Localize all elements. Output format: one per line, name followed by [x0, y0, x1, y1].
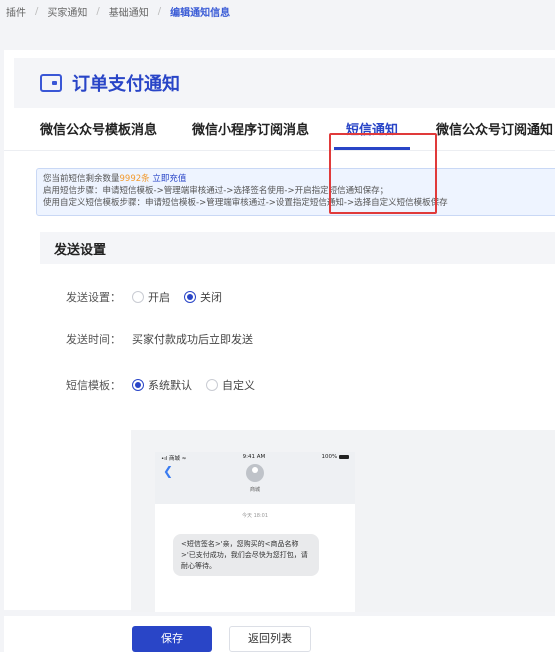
phone-header: •ıl 商城 ≈ 9:41 AM 100% ❮ 商城	[155, 452, 355, 504]
template-row: 短信模板： 系统默认 自定义	[66, 376, 269, 394]
breadcrumb-separator: /	[35, 5, 39, 17]
message-bubble: <短信签名>'亲，您购买的<商品名称>'已支付成功，我们会尽快为您打包，请耐心等…	[173, 534, 319, 576]
send-setting-label: 发送设置：	[66, 291, 121, 304]
phone-mockup: •ıl 商城 ≈ 9:41 AM 100% ❮ 商城 今天 18:01 <短信签…	[155, 452, 355, 612]
carrier-text: •ıl 商城 ≈	[161, 456, 187, 462]
contact-name: 商城	[249, 487, 260, 493]
tab-wechat-template[interactable]: 微信公众号模板消息	[40, 120, 157, 152]
recharge-link[interactable]: 立即充值	[152, 174, 186, 184]
footer-bar: 保存 返回列表	[4, 616, 555, 652]
page-title: 订单支付通知	[72, 74, 180, 95]
breadcrumb-separator: /	[157, 5, 162, 17]
send-time-label: 发送时间：	[66, 333, 121, 346]
sms-count: 9992条	[119, 174, 150, 184]
radio-label: 自定义	[222, 379, 255, 392]
send-time-row: 发送时间： 买家付款成功后立即发送	[66, 330, 253, 348]
message-time: 今天 18:01	[242, 513, 268, 519]
radio-circle	[206, 379, 218, 391]
avatar	[246, 464, 264, 482]
breadcrumb-separator: /	[96, 5, 100, 17]
radio-label: 系统默认	[148, 379, 192, 392]
notice-line-2: 启用短信步骤：申请短信模板->管理端审核通过->选择签名使用->开启指定短信通知…	[43, 186, 389, 196]
radio-label: 开启	[148, 291, 170, 304]
radio-enable[interactable]: 开启	[132, 289, 170, 305]
battery-group: 100%	[322, 454, 349, 464]
battery-text: 100%	[321, 454, 338, 460]
send-setting-row: 发送设置： 开启 关闭	[66, 288, 236, 306]
notice-line-1: 您当前短信剩余数量9992条 立即充值	[43, 173, 553, 185]
tab-label: 微信小程序订阅消息	[192, 123, 310, 138]
section-title: 发送设置	[40, 232, 555, 264]
main-card: 订单支付通知 微信公众号模板消息 微信小程序订阅消息 短信通知 微信公众号订阅通…	[4, 50, 555, 612]
tab-label: 微信公众号订阅通知	[436, 123, 554, 138]
radio-circle-checked	[184, 291, 196, 303]
tab-wechat-subscribe[interactable]: 微信公众号订阅通知	[436, 120, 553, 152]
breadcrumb-current: 编辑通知信息	[170, 7, 231, 19]
radio-disable[interactable]: 关闭	[184, 289, 222, 305]
sms-notice: 您当前短信剩余数量9992条 立即充值 启用短信步骤：申请短信模板->管理端审核…	[36, 168, 555, 216]
send-time-value: 买家付款成功后立即发送	[132, 333, 253, 346]
phone-time: 9:41 AM	[242, 454, 266, 460]
radio-system-default[interactable]: 系统默认	[132, 377, 192, 393]
radio-label: 关闭	[200, 291, 222, 304]
radio-circle-checked	[132, 379, 144, 391]
tab-divider	[4, 150, 555, 151]
breadcrumb-item-basic-notice[interactable]: 基础通知	[109, 4, 149, 19]
tab-label: 微信公众号模板消息	[40, 123, 158, 138]
title-bar: 订单支付通知	[14, 58, 555, 108]
tab-miniprogram-subscribe[interactable]: 微信小程序订阅消息	[192, 120, 309, 152]
tab-bar: 微信公众号模板消息 微信小程序订阅消息 短信通知 微信公众号订阅通知	[4, 120, 555, 154]
battery-icon	[339, 454, 349, 459]
breadcrumb: 插件 / 买家通知 / 基础通知 / 编辑通知信息	[0, 0, 555, 22]
back-to-list-button[interactable]: 返回列表	[229, 626, 311, 652]
radio-circle	[132, 291, 144, 303]
back-arrow-icon: ❮	[163, 464, 174, 478]
breadcrumb-item-buyer-notice[interactable]: 买家通知	[47, 4, 87, 19]
notice-line-3: 使用自定义短信模板步骤：申请短信模板->管理端审核通过->设置指定短信通知->选…	[43, 198, 448, 208]
save-button[interactable]: 保存	[132, 626, 212, 652]
sms-preview-panel: •ıl 商城 ≈ 9:41 AM 100% ❮ 商城 今天 18:01 <短信签…	[131, 430, 555, 612]
radio-custom[interactable]: 自定义	[206, 377, 255, 393]
template-label: 短信模板：	[66, 379, 121, 392]
phone-status-bar: •ıl 商城 ≈ 9:41 AM 100%	[155, 454, 355, 464]
breadcrumb-item-plugins[interactable]: 插件	[6, 4, 26, 19]
wallet-icon	[40, 74, 62, 92]
highlight-box	[329, 133, 437, 214]
notice-prefix: 您当前短信剩余数量	[43, 174, 120, 184]
